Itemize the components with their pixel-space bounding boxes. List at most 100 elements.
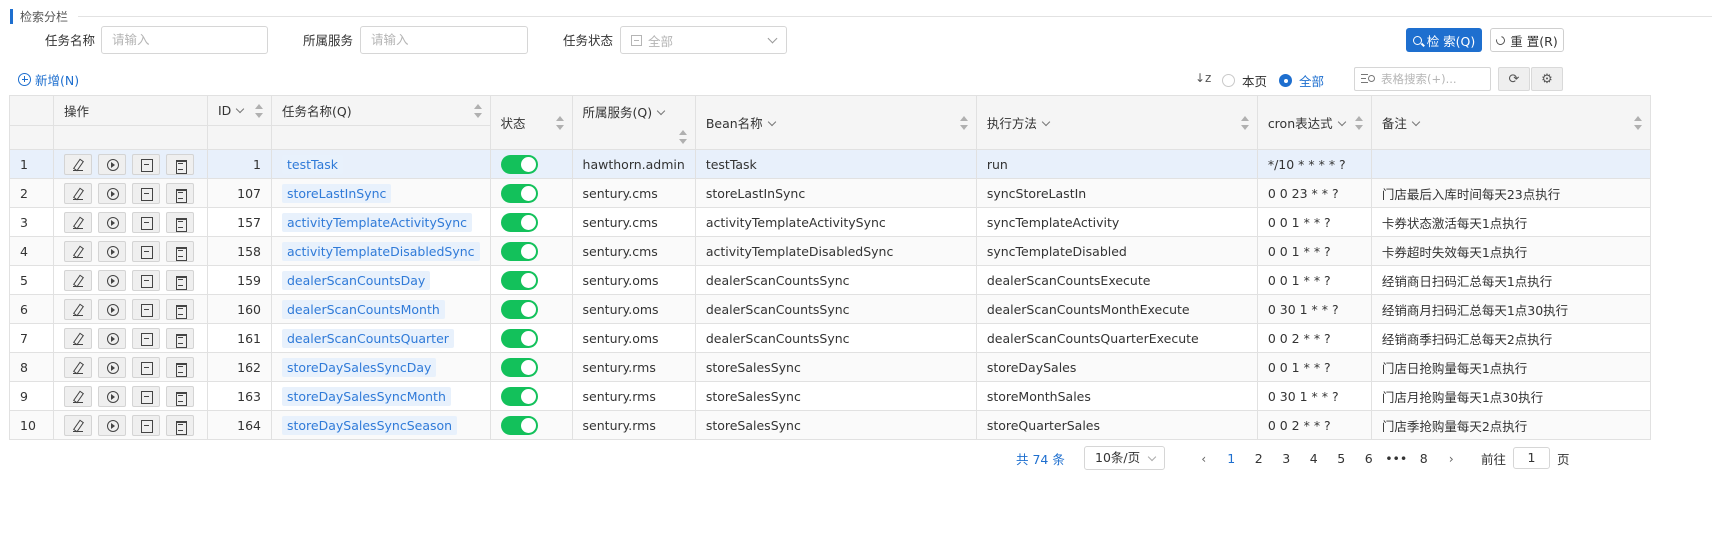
- edit-icon[interactable]: [64, 414, 92, 436]
- header-cron[interactable]: cron表达式: [1256, 95, 1372, 150]
- task-name-link[interactable]: activityTemplateDisabledSync: [282, 241, 480, 261]
- sort-icon[interactable]: [959, 115, 968, 131]
- task-name-input[interactable]: 请输入: [101, 26, 268, 54]
- header-id[interactable]: ID: [207, 95, 272, 126]
- log-icon[interactable]: [132, 356, 160, 378]
- status-toggle[interactable]: [500, 183, 538, 203]
- delete-icon[interactable]: [166, 414, 194, 436]
- more-pages-icon[interactable]: •••: [1383, 451, 1411, 466]
- sort-icon[interactable]: [255, 103, 263, 119]
- edit-icon[interactable]: [64, 269, 92, 291]
- run-icon[interactable]: [98, 356, 126, 378]
- header-bean-name[interactable]: Bean名称: [694, 95, 977, 150]
- status-toggle[interactable]: [500, 357, 538, 377]
- run-icon[interactable]: [98, 385, 126, 407]
- header-method[interactable]: 执行方法: [975, 95, 1258, 150]
- status-toggle[interactable]: [500, 328, 538, 348]
- sort-icon[interactable]: [1354, 115, 1363, 131]
- delete-icon[interactable]: [166, 385, 194, 407]
- table-row[interactable]: 6 160 dealerScanCountsMonth sentury.oms deal…: [9, 294, 1651, 324]
- table-row[interactable]: 2 107 storeLastInSync sentury.cms storeLastI…: [9, 178, 1651, 208]
- delete-icon[interactable]: [166, 153, 194, 175]
- service-input[interactable]: 请输入: [360, 26, 528, 54]
- status-toggle[interactable]: [500, 270, 538, 290]
- edit-icon[interactable]: [64, 356, 92, 378]
- task-name-link[interactable]: dealerScanCountsQuarter: [282, 328, 454, 348]
- status-toggle[interactable]: [500, 212, 538, 232]
- log-icon[interactable]: [132, 153, 160, 175]
- reset-button[interactable]: 重 置(R): [1490, 28, 1564, 52]
- task-name-link[interactable]: dealerScanCountsDay: [282, 270, 431, 290]
- run-icon[interactable]: [98, 414, 126, 436]
- run-icon[interactable]: [98, 298, 126, 320]
- task-name-link[interactable]: activityTemplateActivitySync: [282, 212, 472, 232]
- task-name-link[interactable]: storeDaySalesSyncMonth: [282, 386, 451, 406]
- task-status-select[interactable]: 全部: [620, 26, 787, 54]
- header-service[interactable]: 所属服务(Q): [571, 95, 696, 150]
- column-settings-button[interactable]: ⚙: [1531, 67, 1563, 91]
- table-row[interactable]: 7 161 dealerScanCountsQuarter sentury.oms de…: [9, 323, 1651, 353]
- log-icon[interactable]: [132, 414, 160, 436]
- delete-icon[interactable]: [166, 356, 194, 378]
- log-icon[interactable]: [132, 240, 160, 262]
- edit-icon[interactable]: [64, 211, 92, 233]
- run-icon[interactable]: [98, 327, 126, 349]
- page-number[interactable]: 6: [1355, 451, 1383, 466]
- delete-icon[interactable]: [166, 298, 194, 320]
- delete-icon[interactable]: [166, 240, 194, 262]
- task-name-link[interactable]: storeLastInSync: [282, 183, 392, 203]
- log-icon[interactable]: [132, 211, 160, 233]
- table-row[interactable]: 4 158 activityTemplateDisabledSync sentury.…: [9, 236, 1651, 266]
- page-number[interactable]: 2: [1245, 451, 1273, 466]
- run-icon[interactable]: [98, 240, 126, 262]
- add-button[interactable]: 新增(N): [18, 71, 79, 88]
- run-icon[interactable]: [98, 182, 126, 204]
- edit-icon[interactable]: [64, 240, 92, 262]
- edit-icon[interactable]: [64, 327, 92, 349]
- sort-icon[interactable]: [678, 129, 687, 145]
- page-size-select[interactable]: 10条/页: [1084, 446, 1165, 470]
- header-status[interactable]: 状态: [489, 95, 573, 150]
- table-row[interactable]: 5 159 dealerScanCountsDay sentury.oms dealer…: [9, 265, 1651, 295]
- status-toggle[interactable]: [500, 299, 538, 319]
- page-number[interactable]: 8: [1410, 451, 1438, 466]
- log-icon[interactable]: [132, 182, 160, 204]
- run-icon[interactable]: [98, 153, 126, 175]
- sort-icon[interactable]: [473, 103, 482, 119]
- log-icon[interactable]: [132, 298, 160, 320]
- log-icon[interactable]: [132, 327, 160, 349]
- header-remark[interactable]: 备注: [1370, 95, 1651, 150]
- delete-icon[interactable]: [166, 269, 194, 291]
- table-row[interactable]: 9 163 storeDaySalesSyncMonth sentury.rms sto…: [9, 381, 1651, 411]
- table-row[interactable]: 8 162 storeDaySalesSyncDay sentury.rms store…: [9, 352, 1651, 382]
- table-search-input[interactable]: 表格搜索(+)...: [1354, 67, 1491, 91]
- task-name-link[interactable]: storeDaySalesSyncDay: [282, 357, 437, 377]
- status-toggle[interactable]: [500, 415, 538, 435]
- next-page-icon[interactable]: ›: [1438, 451, 1466, 466]
- sort-az-icon[interactable]: ↓z: [1195, 71, 1211, 85]
- page-number[interactable]: 1: [1218, 451, 1246, 466]
- table-row[interactable]: 1 1 testTask hawthorn.admin testTask run */10 …: [9, 149, 1651, 179]
- run-icon[interactable]: [98, 269, 126, 291]
- delete-icon[interactable]: [166, 327, 194, 349]
- status-toggle[interactable]: [500, 241, 538, 261]
- task-name-link[interactable]: storeDaySalesSyncSeason: [282, 415, 458, 435]
- table-row[interactable]: 3 157 activityTemplateActivitySync sentury.…: [9, 207, 1651, 237]
- table-row[interactable]: 10 164 storeDaySalesSyncSeason sentury.rms s…: [9, 410, 1651, 440]
- prev-page-icon[interactable]: ‹: [1190, 451, 1218, 466]
- run-icon[interactable]: [98, 211, 126, 233]
- header-task-name[interactable]: 任务名称(Q): [271, 95, 491, 126]
- sort-icon[interactable]: [1633, 115, 1642, 131]
- refresh-button[interactable]: ⟳: [1498, 67, 1530, 91]
- log-icon[interactable]: [132, 385, 160, 407]
- edit-icon[interactable]: [64, 298, 92, 320]
- status-toggle[interactable]: [500, 386, 538, 406]
- task-name-link[interactable]: dealerScanCountsMonth: [282, 299, 445, 319]
- sort-icon[interactable]: [1240, 115, 1249, 131]
- delete-icon[interactable]: [166, 211, 194, 233]
- radio-all[interactable]: 全部: [1279, 71, 1324, 90]
- page-number[interactable]: 3: [1273, 451, 1301, 466]
- edit-icon[interactable]: [64, 385, 92, 407]
- edit-icon[interactable]: [64, 182, 92, 204]
- log-icon[interactable]: [132, 269, 160, 291]
